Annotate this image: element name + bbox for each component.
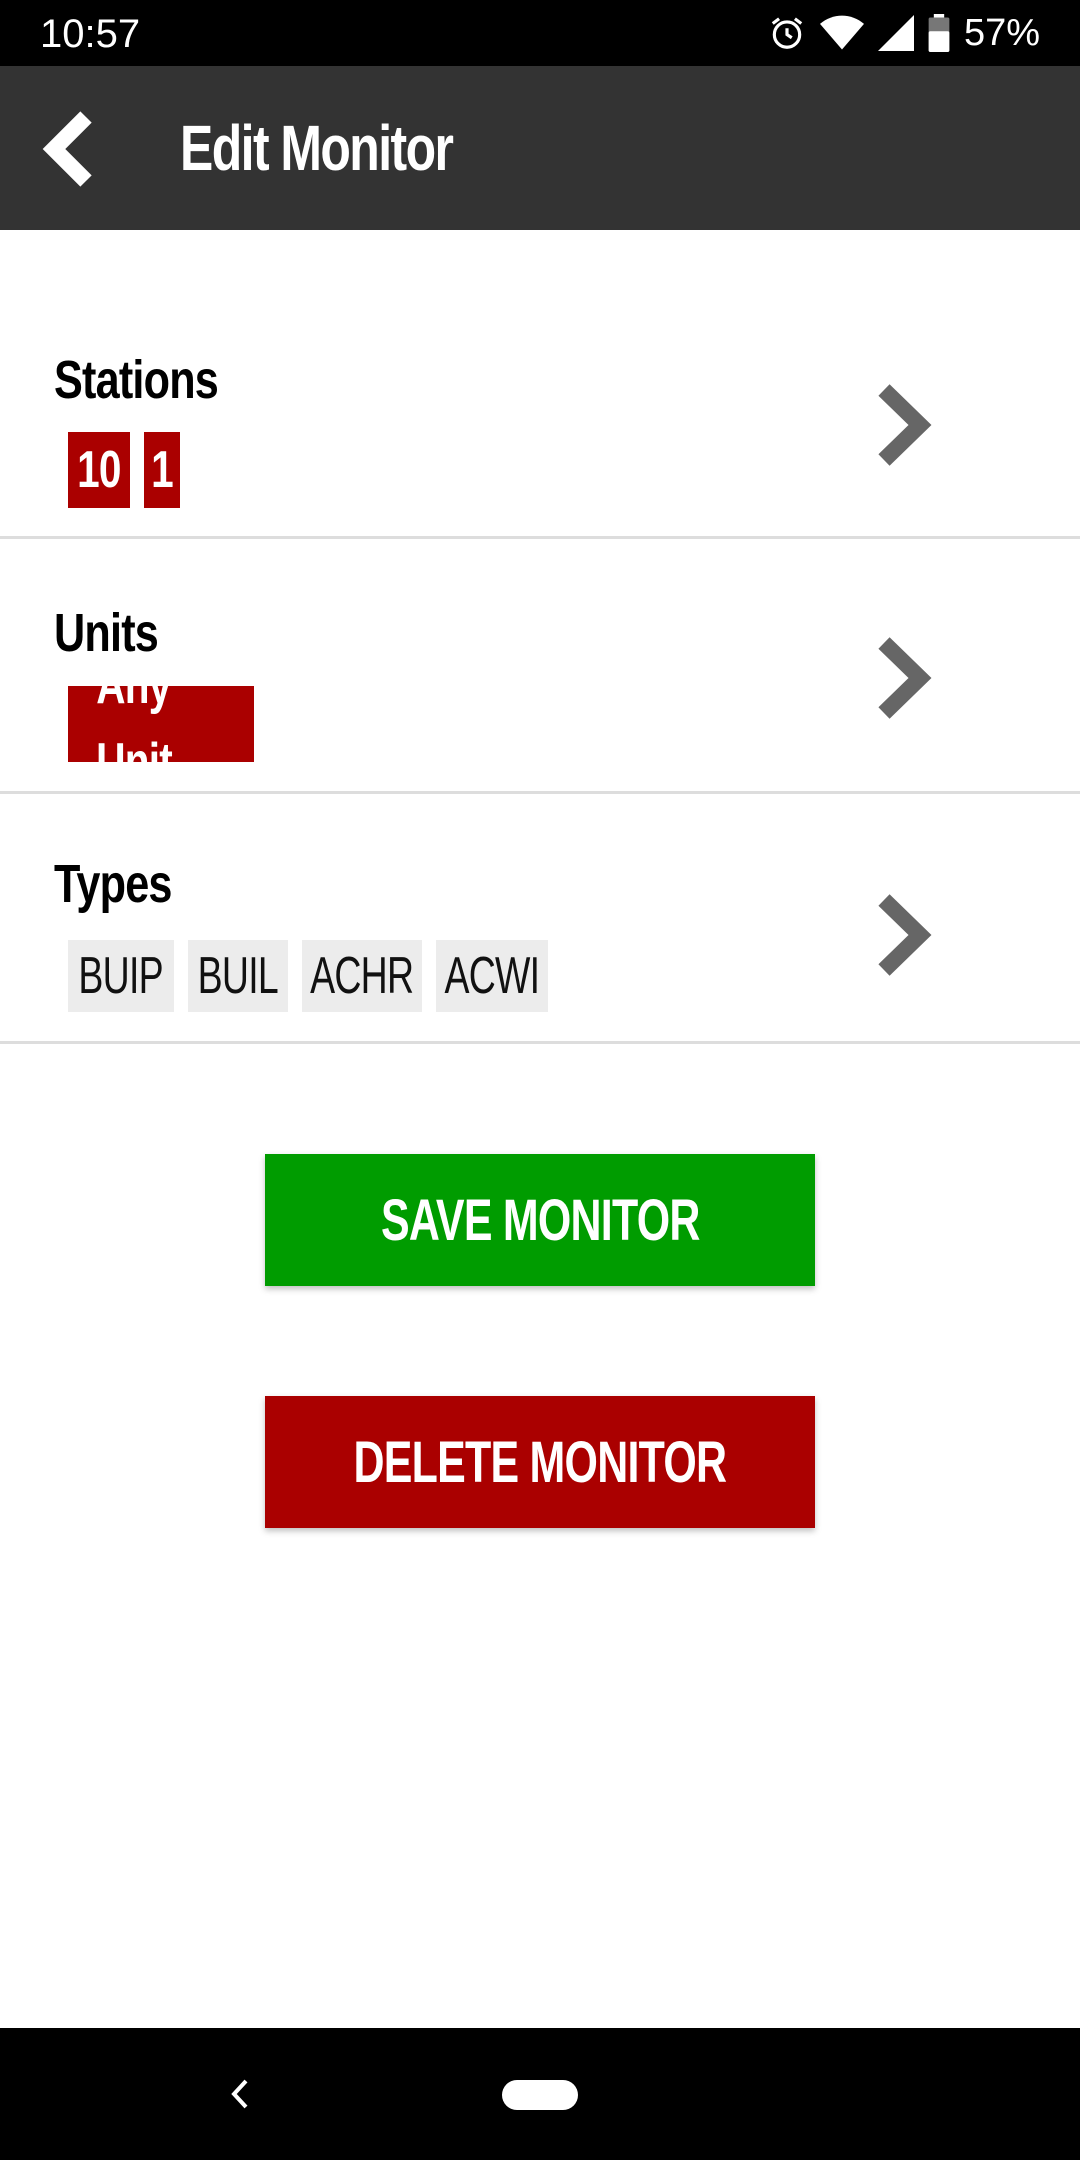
chevron-right-icon <box>878 384 932 466</box>
station-chip: 1 <box>144 432 180 508</box>
delete-monitor-button[interactable]: DELETE MONITOR <box>265 1396 815 1528</box>
battery-percent: 57% <box>963 12 1040 54</box>
nav-back-button[interactable] <box>210 2064 270 2124</box>
wifi-icon <box>819 15 864 50</box>
back-button[interactable] <box>40 104 130 194</box>
type-chip: BUIP <box>68 940 174 1012</box>
status-time: 10:57 <box>40 12 141 56</box>
delete-monitor-label: DELETE MONITOR <box>353 1429 728 1495</box>
units-chips: Any Unit <box>68 657 254 791</box>
save-monitor-label: SAVE MONITOR <box>380 1187 700 1253</box>
back-icon <box>231 2079 248 2109</box>
stations-row[interactable]: Stations 10 1 <box>0 230 1080 539</box>
units-row[interactable]: Units Any Unit <box>0 539 1080 794</box>
chevron-right-icon <box>878 894 932 976</box>
types-row[interactable]: Types BUIP BUIL ACHR ACWI <box>0 794 1080 1044</box>
types-chips: BUIP BUIL ACHR ACWI <box>68 940 548 1012</box>
app-toolbar: Edit Monitor <box>0 66 1080 230</box>
status-icons: 57% <box>768 0 1040 66</box>
save-monitor-button[interactable]: SAVE MONITOR <box>265 1154 815 1286</box>
type-chip: ACHR <box>302 940 422 1012</box>
type-chip: BUIL <box>188 940 288 1012</box>
signal-icon <box>877 15 914 51</box>
status-bar: 10:57 57% <box>0 0 1080 66</box>
type-chip: ACWI <box>436 940 548 1012</box>
types-label: Types <box>54 854 172 914</box>
unit-chip: Any Unit <box>68 657 254 791</box>
alarm-icon <box>771 17 803 49</box>
station-chip: 10 <box>68 432 130 508</box>
stations-label: Stations <box>54 350 219 410</box>
stations-chips: 10 1 <box>68 432 180 508</box>
chevron-left-icon <box>42 111 92 187</box>
battery-icon <box>928 14 950 52</box>
system-nav-bar <box>0 2028 1080 2160</box>
page-title: Edit Monitor <box>180 112 454 184</box>
chevron-right-icon <box>878 637 932 719</box>
home-pill-icon[interactable] <box>502 2080 578 2110</box>
